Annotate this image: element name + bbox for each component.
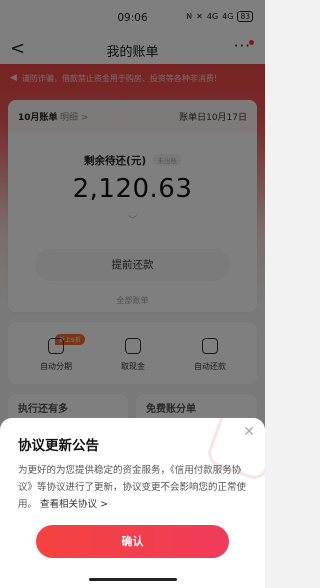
- view-agreement-link[interactable]: 查看相关协议 >: [40, 499, 108, 510]
- close-icon[interactable]: ✕: [243, 424, 255, 440]
- agreement-update-sheet: ✕ 协议更新公告 为更好的为您提供稳定的资金服务，《信用付款服务协议》等协议进行…: [0, 418, 265, 588]
- bill-page: 09:06 N ✕ 4G 4G 83 < 我的账单 ··· ◀ 谨防诈骗，借款禁…: [0, 0, 265, 588]
- dialog-title: 协议更新公告: [18, 438, 99, 454]
- dialog-body: 为更好的为您提供稳定的资金服务，《信用付款服务协议》等协议进行了更新，协议变更不…: [18, 462, 250, 513]
- confirm-button[interactable]: 确认: [36, 525, 229, 558]
- home-indicator: [89, 578, 177, 581]
